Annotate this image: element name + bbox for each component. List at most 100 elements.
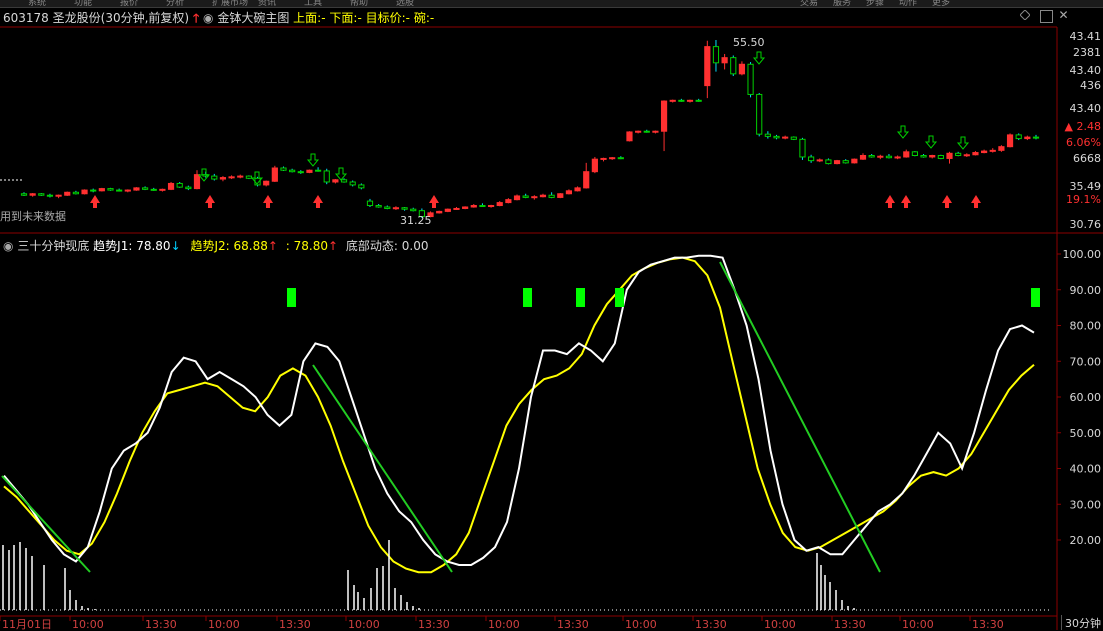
candle-body (55, 194, 62, 197)
sell-arrow-icon (956, 136, 970, 150)
candle-body (332, 179, 339, 183)
candle-body (686, 99, 694, 102)
time-axis-label: 10:00 (625, 618, 657, 630)
sell-arrow-icon (306, 153, 320, 167)
candle-body (306, 169, 313, 173)
buy-arrow-icon (313, 195, 323, 208)
sell-arrow-icon (334, 167, 348, 181)
sell-arrow-icon (896, 125, 910, 139)
candle-body (764, 133, 771, 137)
candle-body (695, 99, 702, 102)
price-axis-label: 19.1% (1066, 193, 1101, 206)
candle-body (219, 177, 227, 180)
candle-body (72, 191, 79, 195)
candle-body (617, 157, 624, 160)
candle-body (539, 194, 547, 198)
time-axis-label: 10:00 (488, 618, 520, 630)
buy-arrow-icon (971, 195, 981, 208)
price-axis-label: 6.06% (1066, 136, 1101, 149)
signal-marker (615, 288, 624, 307)
trend-line (719, 261, 881, 573)
menu-item: 扩展市场 (212, 0, 248, 8)
candle-body (911, 151, 919, 156)
candle-body (738, 63, 746, 75)
signal-marker (523, 288, 532, 307)
menu-item: 工具 (304, 0, 322, 8)
signal-marker (576, 288, 585, 307)
candle-body (245, 175, 252, 179)
candle-body (730, 57, 737, 75)
candle-body (877, 155, 884, 158)
candle-body (384, 206, 391, 209)
menu-item: 服务 (833, 0, 851, 8)
candle-body (660, 100, 668, 132)
sell-arrow-icon (752, 51, 766, 65)
j1-white-line (3, 254, 1035, 566)
candle-body (998, 146, 1005, 151)
time-axis-label: 11月01日 (2, 618, 52, 630)
candle-body (963, 154, 970, 157)
period-button[interactable]: 30分钟 (1061, 615, 1103, 630)
candle-body (107, 188, 114, 191)
candle-body (903, 151, 910, 158)
buy-arrow-icon (205, 195, 215, 208)
candle-body (401, 207, 408, 210)
price-axis-label: 2381 (1073, 46, 1101, 59)
candle-body (842, 160, 849, 164)
candle-body (972, 152, 979, 156)
trend-line (1, 475, 91, 573)
candle-body (557, 193, 564, 198)
candle-body (833, 160, 841, 165)
candle-body (531, 196, 538, 199)
candle-body (159, 188, 166, 191)
buy-arrow-icon (263, 195, 273, 208)
candle-body (64, 191, 71, 196)
menu-item: 功能 (74, 0, 92, 8)
candle-body (600, 157, 607, 160)
candle-body (444, 208, 451, 212)
candle-body (868, 154, 875, 158)
trend-line (312, 364, 453, 573)
price-axis-label: 43.40 (1070, 102, 1102, 115)
candle-body (920, 154, 927, 158)
time-axis-label: 13:30 (145, 618, 177, 630)
candle-body (323, 170, 330, 183)
candle-body (652, 130, 659, 133)
time-axis-label: 13:30 (972, 618, 1004, 630)
candle-body (211, 175, 218, 180)
candle-body (271, 167, 278, 182)
candle-body (150, 188, 157, 191)
time-axis-label: 10:00 (348, 618, 380, 630)
candle-body (583, 171, 590, 189)
candle-body (141, 187, 149, 190)
candle-body (885, 155, 893, 159)
candle-body (522, 195, 529, 198)
time-axis-label: 13:30 (279, 618, 311, 630)
menu-item: 更多 (932, 0, 950, 8)
signal-marker (1031, 288, 1040, 307)
candle-body (626, 131, 633, 142)
time-axis-label: 13:30 (834, 618, 866, 630)
candle-body (609, 157, 616, 160)
time-axis-label: 13:30 (557, 618, 589, 630)
candle-body (513, 195, 521, 201)
buy-arrow-icon (901, 195, 911, 208)
candle-body (1006, 134, 1014, 148)
candle-body (410, 208, 417, 212)
candle-body (46, 194, 54, 197)
candle-body (825, 159, 832, 165)
candle-body (505, 199, 512, 204)
candle-body (436, 210, 443, 214)
sub-axis-label: 90.00 (1070, 284, 1102, 297)
chart-canvas[interactable]: 系统 功能 报价 分析 扩展市场 资讯 工具 帮助 选股 交易 服务 步骤 动作 更多 55.50 31.25… (0, 0, 1103, 630)
price-axis-label: 6668 (1073, 152, 1101, 165)
candle-body (859, 154, 867, 160)
menu-item: 交易 (800, 0, 818, 8)
candle-body (591, 158, 598, 173)
time-axis-label: 10:00 (72, 618, 104, 630)
candle-body (392, 207, 400, 210)
price-axis-label: 43.40 (1070, 64, 1102, 77)
candle-body (462, 206, 469, 209)
price-axis-label: 30.76 (1070, 218, 1102, 231)
buy-arrow-icon (942, 195, 952, 208)
